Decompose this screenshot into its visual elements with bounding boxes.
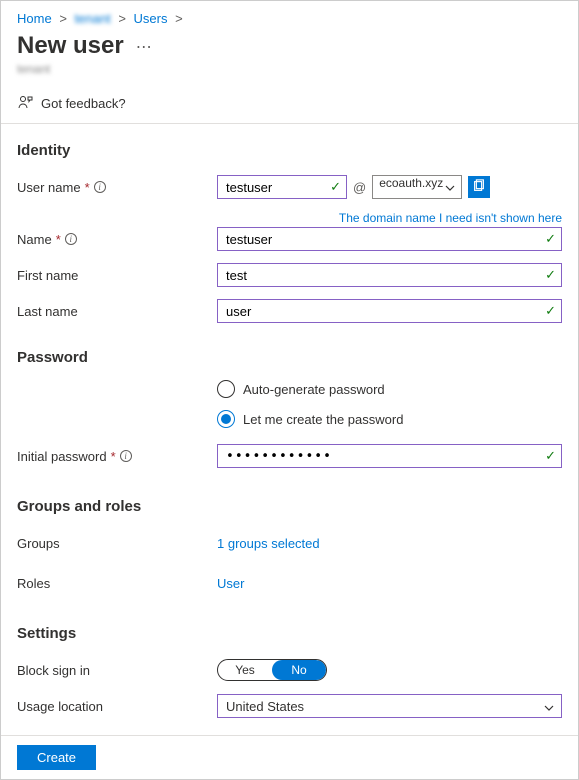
section-identity-heading: Identity — [17, 142, 562, 159]
breadcrumb-home[interactable]: Home — [17, 11, 52, 26]
section-settings-heading: Settings — [17, 625, 562, 642]
roles-label: Roles — [17, 576, 50, 591]
section-groups-roles-heading: Groups and roles — [17, 498, 562, 515]
section-password-heading: Password — [17, 349, 562, 366]
create-button[interactable]: Create — [17, 745, 96, 770]
feedback-person-icon — [17, 94, 33, 113]
initial-password-input[interactable] — [217, 444, 562, 468]
required-asterisk: * — [85, 180, 90, 195]
name-label: Name — [17, 232, 52, 247]
manual-password-label: Let me create the password — [243, 412, 403, 427]
feedback-button[interactable]: Got feedback? — [17, 88, 562, 123]
copy-icon — [472, 179, 486, 196]
initial-password-label: Initial password — [17, 449, 107, 464]
required-asterisk: * — [56, 232, 61, 247]
username-input[interactable] — [217, 175, 347, 199]
info-icon[interactable]: i — [120, 450, 132, 462]
page-subtitle: tenant — [17, 62, 562, 76]
lastname-label: Last name — [17, 304, 78, 319]
required-asterisk: * — [111, 449, 116, 464]
block-signin-toggle[interactable]: Yes No — [217, 659, 327, 681]
breadcrumb: Home > tenant > Users > — [17, 11, 562, 26]
info-icon[interactable]: i — [65, 233, 77, 245]
usage-location-select[interactable]: United States — [217, 694, 562, 718]
block-signin-no[interactable]: No — [272, 660, 326, 680]
block-signin-label: Block sign in — [17, 663, 90, 678]
firstname-label: First name — [17, 268, 78, 283]
lastname-input[interactable] — [217, 299, 562, 323]
manual-password-radio[interactable] — [217, 410, 235, 428]
roles-link[interactable]: User — [217, 576, 244, 591]
name-input[interactable] — [217, 227, 562, 251]
copy-upn-button[interactable] — [468, 176, 490, 198]
username-label: User name — [17, 180, 81, 195]
info-icon[interactable]: i — [94, 181, 106, 193]
auto-generate-radio[interactable] — [217, 380, 235, 398]
more-actions-icon[interactable]: ⋯ — [136, 37, 152, 57]
groups-selected-link[interactable]: 1 groups selected — [217, 536, 320, 551]
footer-bar: Create — [1, 735, 578, 779]
at-symbol: @ — [353, 180, 366, 195]
groups-label: Groups — [17, 536, 60, 551]
domain-select[interactable]: ecoauth.xyz — [372, 175, 462, 199]
usage-location-value: United States — [226, 699, 304, 714]
domain-selected-value: ecoauth.xyz — [379, 176, 443, 190]
domain-hint-link[interactable]: The domain name I need isn't shown here — [339, 211, 562, 225]
breadcrumb-tenant[interactable]: tenant — [75, 11, 111, 26]
block-signin-yes[interactable]: Yes — [218, 660, 272, 680]
breadcrumb-users[interactable]: Users — [134, 11, 168, 26]
auto-generate-label: Auto-generate password — [243, 382, 385, 397]
firstname-input[interactable] — [217, 263, 562, 287]
page-title: New user — [17, 32, 124, 60]
feedback-label: Got feedback? — [41, 96, 126, 111]
chevron-down-icon — [445, 182, 455, 196]
usage-location-label: Usage location — [17, 699, 103, 714]
